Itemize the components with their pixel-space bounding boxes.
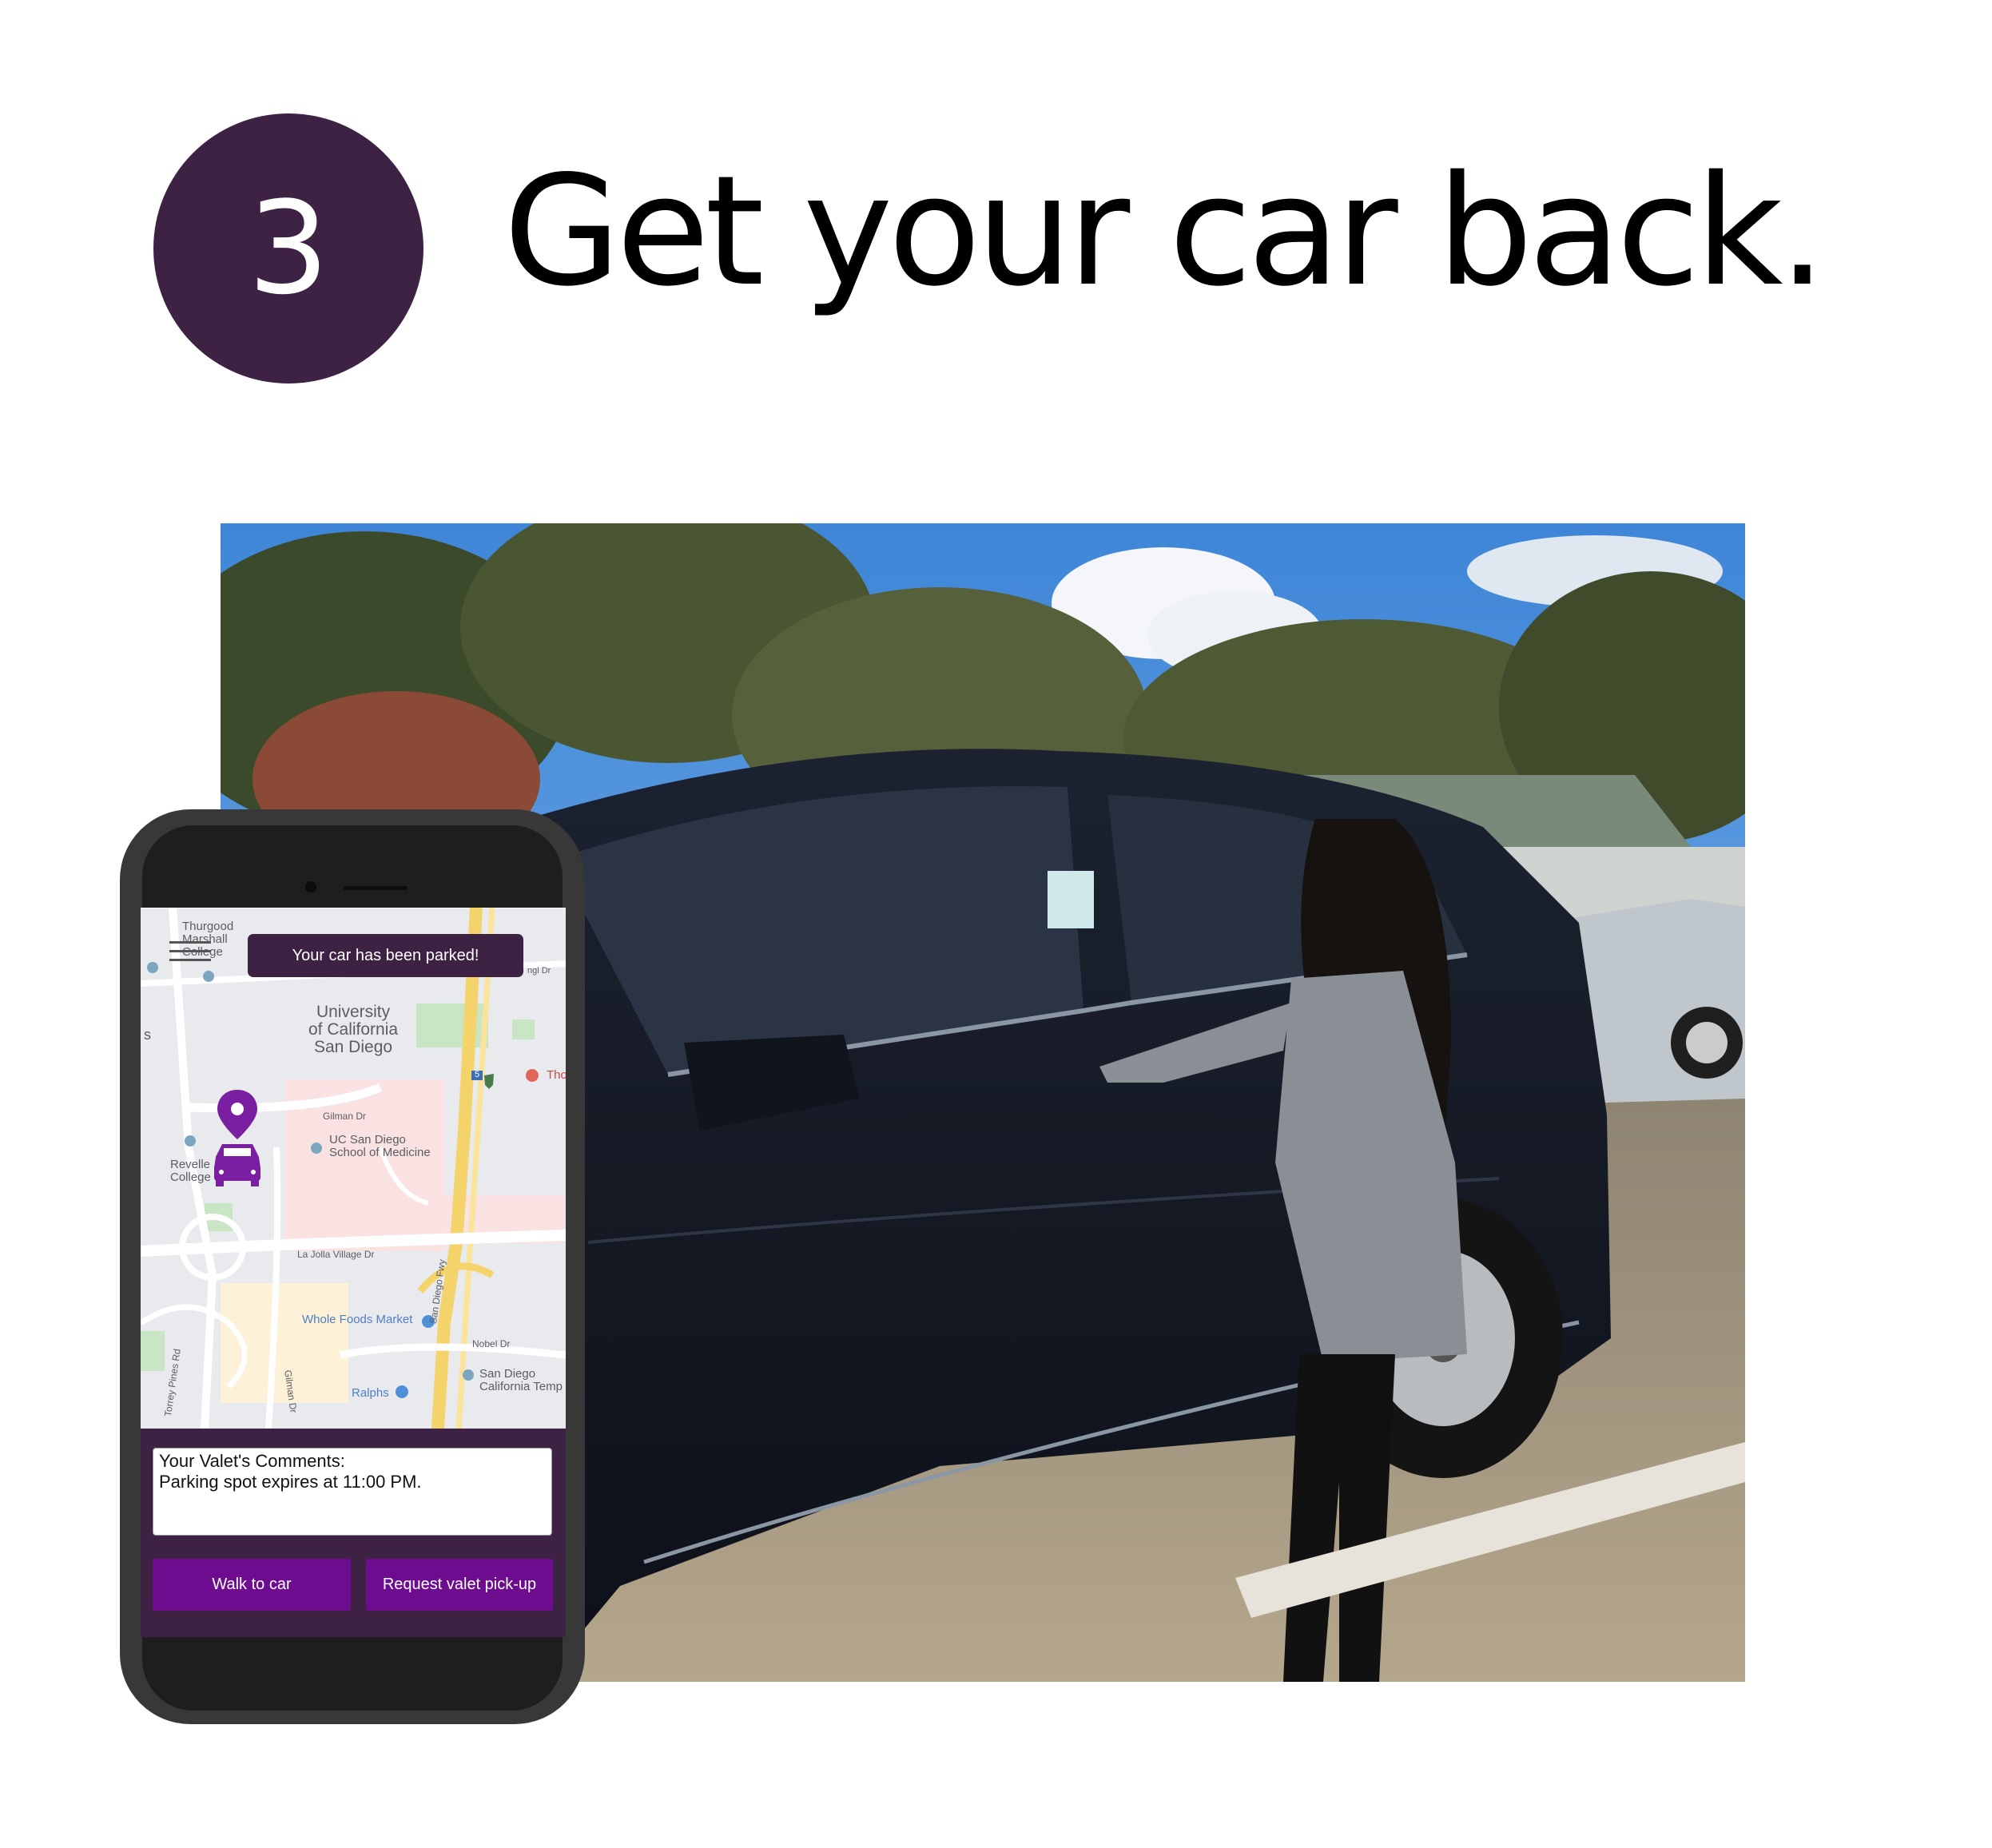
- map-label-ucsd: University of California San Diego: [308, 1003, 399, 1057]
- front-camera: [305, 881, 316, 892]
- valet-comments-heading: Your Valet's Comments:: [159, 1451, 345, 1471]
- map-label-s: s: [144, 1027, 151, 1043]
- map-label-la-jolla-village: La Jolla Village Dr: [297, 1249, 375, 1260]
- step-badge: 3: [153, 113, 423, 384]
- request-valet-pickup-button[interactable]: Request valet pick-up: [366, 1559, 553, 1611]
- walk-to-car-button[interactable]: Walk to car: [153, 1559, 351, 1611]
- map-label-temple: San Diego California Temp: [479, 1367, 563, 1393]
- map-label-revelle: Revelle College: [170, 1158, 211, 1184]
- phone-speaker: [344, 886, 408, 890]
- map-label-ngl: ngl Dr: [527, 966, 551, 976]
- map-label-i5: 5: [471, 1070, 483, 1080]
- map-label-whole-foods: Whole Foods Market: [302, 1313, 413, 1326]
- valet-comments-text: Parking spot expires at 11:00 PM.: [159, 1472, 422, 1492]
- hamburger-menu-icon[interactable]: [169, 941, 211, 965]
- step-number: 3: [248, 173, 329, 323]
- map-label-med-school: UC San Diego School of Medicine: [329, 1133, 431, 1159]
- map-label-tho: Tho: [547, 1068, 566, 1082]
- map-label-nobel: Nobel Dr: [472, 1338, 511, 1349]
- valet-comments-box: Your Valet's Comments: Parking spot expi…: [153, 1448, 552, 1536]
- app-screen: Thurgood Marshall College ngl Dr Univers…: [141, 908, 566, 1637]
- step-title: Get your car back.: [503, 143, 1827, 320]
- map-view[interactable]: Thurgood Marshall College ngl Dr Univers…: [141, 908, 566, 1429]
- map-label-ralphs: Ralphs: [352, 1386, 389, 1400]
- parked-banner: Your car has been parked!: [248, 934, 523, 977]
- map-label-gilman: Gilman Dr: [323, 1111, 367, 1122]
